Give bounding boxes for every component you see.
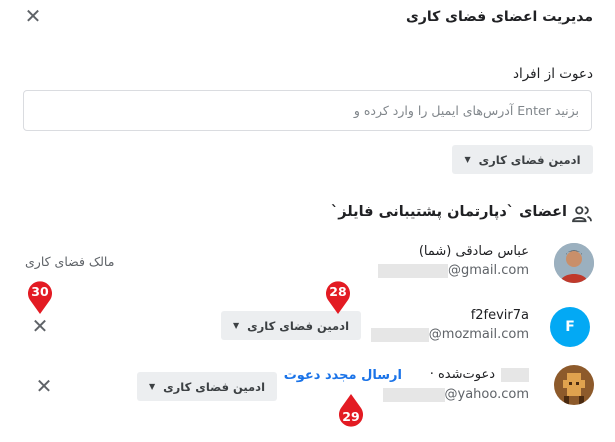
member-status-row: دعوت‌شده ·	[430, 367, 529, 382]
redacted-block	[370, 327, 429, 342]
member-email: @mozmail.com	[370, 327, 529, 342]
resend-invite-label[interactable]: ارسال مجدد دعوت	[284, 368, 402, 383]
people-icon	[572, 206, 592, 223]
member-photo-avatar	[554, 243, 594, 283]
marker-number: 29	[342, 409, 360, 424]
avatar	[554, 243, 594, 283]
remove-member-icon[interactable]: ✕	[29, 316, 51, 336]
invite-role-dropdown[interactable]: ادمین فضای کاری ▼	[452, 145, 593, 174]
member-email: @yahoo.com	[382, 387, 529, 402]
avatar	[554, 365, 594, 405]
owner-role-label: مالک فضای کاری	[25, 254, 115, 269]
member-email-suffix: @yahoo.com	[444, 387, 529, 402]
member-role-label: ادمین فضای کاری	[163, 379, 266, 394]
redacted-block	[382, 387, 445, 402]
chevron-down-icon: ▼	[148, 382, 156, 391]
members-heading: اعضای `دپارتمان پشتیبانی فایلز`	[330, 204, 567, 220]
member-role-label: ادمین فضای کاری	[247, 318, 350, 333]
annotation-marker: 29	[337, 394, 365, 430]
chevron-down-icon: ▼	[232, 321, 240, 330]
invite-status: دعوت‌شده ·	[429, 367, 495, 382]
marker-number: 28	[329, 284, 347, 299]
member-name: f2fevir7a	[470, 308, 529, 323]
annotation-marker: 30	[26, 278, 54, 314]
member-email-suffix: @mozmail.com	[428, 327, 529, 342]
member-role-dropdown[interactable]: ادمین فضای کاری ▼	[221, 311, 361, 340]
avatar-letter: F	[565, 319, 575, 335]
redacted-block	[377, 263, 448, 278]
invite-role-label: ادمین فضای کاری	[478, 152, 581, 167]
annotation-marker: 28	[324, 278, 352, 314]
chevron-down-icon: ▼	[464, 155, 471, 164]
member-pixel-avatar	[554, 365, 594, 405]
member-email: @gmail.com	[377, 263, 529, 278]
avatar: F	[550, 307, 590, 347]
invite-label: دعوت از افراد	[512, 66, 593, 82]
marker-number: 30	[31, 284, 49, 299]
redacted-block	[501, 367, 529, 382]
resend-invite-link[interactable]: ارسال مجدد دعوت	[284, 368, 402, 383]
member-name: عباس صادقی (شما)	[418, 244, 529, 259]
close-icon[interactable]: ✕	[22, 6, 44, 26]
remove-member-icon[interactable]: ✕	[33, 376, 55, 396]
member-role-dropdown[interactable]: ادمین فضای کاری ▼	[137, 372, 277, 401]
email-input[interactable]	[23, 90, 592, 131]
dialog-title: مدیریت اعضای فضای کاری	[405, 9, 593, 25]
member-email-suffix: @gmail.com	[447, 263, 529, 278]
